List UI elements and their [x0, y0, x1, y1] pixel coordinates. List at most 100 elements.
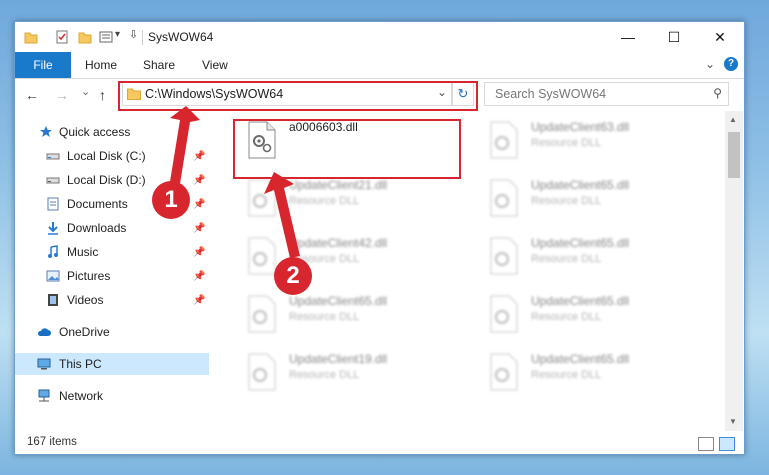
documents-icon: [47, 197, 59, 211]
file-item[interactable]: UpdateClient65.dll Resource DLL: [481, 233, 711, 285]
window-title: SysWOW64: [148, 30, 214, 44]
folder-icon[interactable]: [24, 29, 38, 45]
file-name: UpdateClient63.dll: [531, 120, 630, 134]
scrollbar-thumb[interactable]: [728, 132, 740, 178]
sidebar-item-label: Local Disk (C:): [67, 149, 146, 163]
up-button[interactable]: ↑: [99, 87, 106, 103]
file-name: UpdateClient42.dll: [289, 236, 388, 250]
file-item[interactable]: UpdateClient21.dll Resource DLL: [239, 175, 469, 227]
file-name: UpdateClient65.dll: [531, 294, 630, 308]
search-icon[interactable]: ⚲: [713, 86, 722, 100]
cloud-icon: [37, 328, 51, 336]
file-type: Resource DLL: [531, 195, 602, 207]
step-marker-2: 2: [274, 257, 312, 295]
sidebar-item-label: OneDrive: [59, 325, 110, 339]
file-name: UpdateClient19.dll: [289, 352, 388, 366]
view-details-icon[interactable]: [99, 29, 113, 45]
search-input[interactable]: Search SysWOW64: [495, 87, 606, 101]
back-button[interactable]: ←: [25, 87, 39, 103]
dll-file-icon: [490, 179, 518, 217]
pin-icon: 📌: [193, 174, 206, 186]
file-name: UpdateClient65.dll: [289, 294, 388, 308]
sidebar-item-label: Network: [59, 389, 104, 403]
sidebar-item-onedrive[interactable]: OneDrive: [15, 321, 209, 343]
dll-file-icon: [490, 121, 518, 159]
step-marker-1: 1: [152, 181, 190, 219]
dll-file-icon: [248, 353, 276, 391]
sidebar-item-videos[interactable]: Videos 📌: [15, 289, 209, 311]
pin-icon: 📌: [193, 150, 206, 162]
sidebar-item-label: Local Disk (D:): [67, 173, 146, 187]
file-type: Resource DLL: [531, 137, 602, 149]
file-item[interactable]: UpdateClient65.dll Resource DLL: [481, 291, 711, 343]
customize-toolbar-icon[interactable]: ▾: [115, 29, 129, 45]
dll-file-icon: [490, 353, 518, 391]
file-type: Resource DLL: [531, 311, 602, 323]
help-icon[interactable]: ?: [724, 57, 738, 71]
sidebar-item-label: Downloads: [67, 221, 127, 235]
pin-icon: 📌: [193, 222, 206, 234]
file-highlight: [233, 119, 461, 179]
file-item[interactable]: UpdateClient65.dll Resource DLL: [239, 291, 469, 343]
file-type: Resource DLL: [531, 369, 602, 381]
computer-icon: [37, 358, 51, 370]
file-name: UpdateClient65.dll: [531, 352, 630, 366]
downloads-icon: [48, 222, 58, 235]
pin-icon: 📌: [193, 246, 206, 258]
file-item[interactable]: UpdateClient19.dll Resource DLL: [239, 349, 469, 401]
new-folder-icon[interactable]: [78, 29, 92, 45]
ribbon-tabs: File Home Share View ⌄ ?: [15, 52, 744, 79]
item-count: 167 items: [27, 436, 77, 448]
scroll-up-icon[interactable]: ▲: [729, 115, 737, 124]
recent-locations-button[interactable]: ⌄: [81, 85, 90, 98]
tab-home[interactable]: Home: [85, 58, 117, 72]
file-name: UpdateClient21.dll: [289, 178, 388, 192]
details-view-icon[interactable]: [698, 437, 714, 451]
sidebar-item-network[interactable]: Network: [15, 385, 209, 407]
search-box[interactable]: Search SysWOW64 ⚲: [484, 82, 729, 106]
sidebar-item-music[interactable]: Music 📌: [15, 241, 209, 263]
tab-file[interactable]: File: [15, 52, 71, 78]
file-type: Resource DLL: [289, 195, 360, 207]
file-name: UpdateClient65.dll: [531, 236, 630, 250]
drive-icon: [46, 153, 60, 160]
file-type: Resource DLL: [289, 369, 360, 381]
sidebar-item-this-pc[interactable]: This PC: [15, 353, 209, 375]
address-bar-highlight: [118, 81, 478, 111]
status-bar: 167 items: [15, 432, 744, 454]
sidebar-item-label: Videos: [67, 293, 104, 307]
sidebar-item-label: Documents: [67, 197, 128, 211]
pin-down-icon[interactable]: ⇩: [129, 28, 143, 44]
dll-file-icon: [248, 179, 276, 217]
tab-view[interactable]: View: [202, 58, 228, 72]
minimize-button[interactable]: —: [605, 22, 651, 52]
star-icon: [40, 126, 52, 137]
dll-file-icon: [490, 295, 518, 333]
dll-file-icon: [248, 295, 276, 333]
large-icons-view-icon[interactable]: [719, 437, 735, 451]
drive-icon: [46, 177, 60, 184]
vertical-scrollbar[interactable]: ▲ ▼: [725, 111, 743, 431]
sidebar-item-label: Music: [67, 245, 99, 259]
tab-share[interactable]: Share: [143, 58, 175, 72]
sidebar-item-local-disk-c[interactable]: Local Disk (C:) 📌: [15, 145, 209, 167]
sidebar-item-pictures[interactable]: Pictures 📌: [15, 265, 209, 287]
file-item[interactable]: UpdateClient65.dll Resource DLL: [481, 175, 711, 227]
sidebar-item-label: Quick access: [59, 125, 131, 139]
forward-button[interactable]: →: [55, 87, 69, 103]
sidebar-item-label: This PC: [59, 357, 102, 371]
sidebar-item-quick-access[interactable]: Quick access: [15, 121, 209, 143]
sidebar-item-label: Pictures: [67, 269, 111, 283]
scroll-down-icon[interactable]: ▼: [729, 417, 737, 426]
pictures-icon: [46, 270, 60, 282]
file-name: UpdateClient65.dll: [531, 178, 630, 192]
file-item[interactable]: UpdateClient63.dll Resource DLL: [481, 117, 711, 169]
title-separator: [142, 30, 143, 45]
expand-ribbon-icon[interactable]: ⌄: [705, 57, 715, 71]
maximize-button[interactable]: ☐: [651, 22, 697, 52]
file-item[interactable]: UpdateClient65.dll Resource DLL: [481, 349, 711, 401]
pin-icon: 📌: [193, 198, 206, 210]
properties-icon[interactable]: [55, 29, 69, 45]
close-button[interactable]: ✕: [697, 22, 743, 52]
sidebar-item-downloads[interactable]: Downloads 📌: [15, 217, 209, 239]
